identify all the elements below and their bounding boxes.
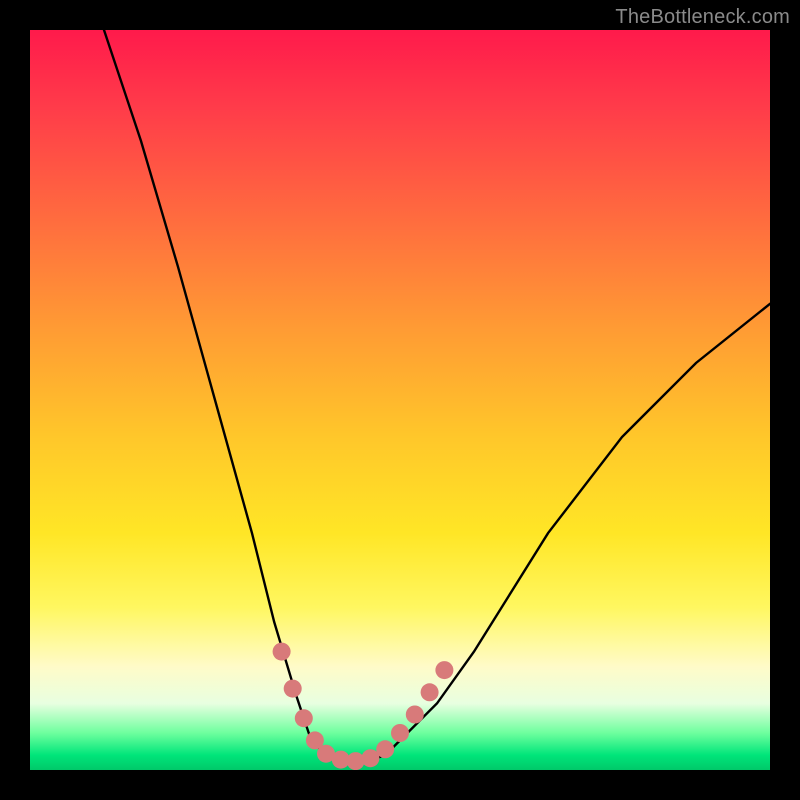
marker-dot [273, 643, 291, 661]
marker-dot [295, 709, 313, 727]
marker-dot [435, 661, 453, 679]
marker-dot [284, 680, 302, 698]
marker-dot [376, 740, 394, 758]
chart-frame: TheBottleneck.com [0, 0, 800, 800]
marker-dot [406, 706, 424, 724]
marker-dot [391, 724, 409, 742]
plot-area [30, 30, 770, 770]
marker-dot [421, 683, 439, 701]
curve-layer [30, 30, 770, 770]
bottleneck-curve [104, 30, 770, 763]
watermark-text: TheBottleneck.com [615, 6, 790, 29]
